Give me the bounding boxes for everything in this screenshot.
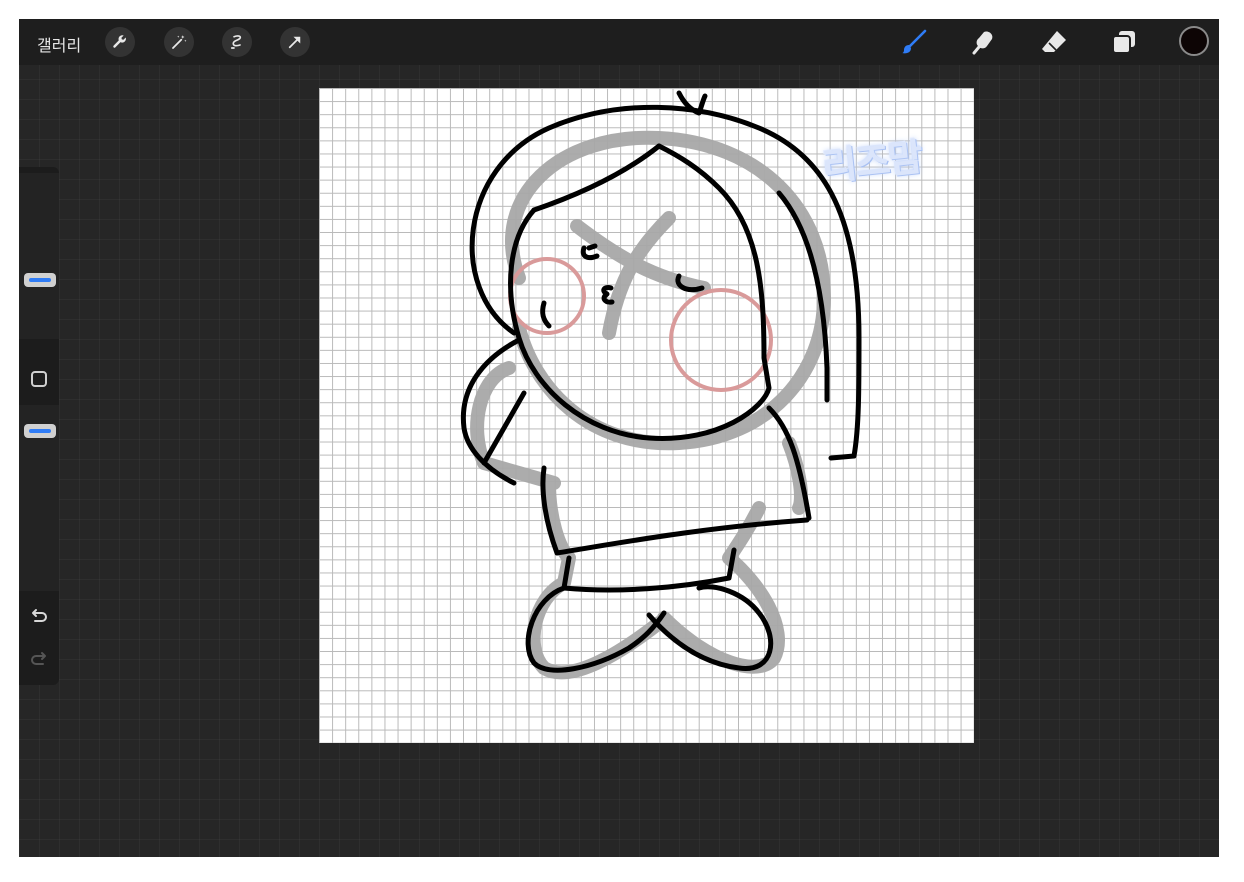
magic-wand-icon	[172, 35, 187, 49]
procreate-app: 갤러리 리즈맘	[19, 19, 1219, 857]
transform-arrow-icon	[288, 36, 301, 49]
layers-icon	[1112, 31, 1135, 54]
eraser-icon	[1042, 31, 1066, 52]
layers-tool-button[interactable]	[1108, 26, 1140, 58]
transform-button[interactable]	[280, 27, 310, 57]
opacity-slider[interactable]	[19, 405, 59, 591]
adjustments-button[interactable]	[164, 27, 194, 57]
smudge-tool-button[interactable]	[968, 26, 1000, 58]
watermark-text: 리즈맘	[820, 134, 924, 190]
actions-button[interactable]	[105, 27, 135, 57]
eraser-tool-button[interactable]	[1038, 26, 1070, 58]
selection-button[interactable]	[222, 27, 252, 57]
brush-icon	[902, 29, 927, 54]
undo-icon[interactable]	[28, 607, 50, 629]
brush-size-handle[interactable]	[24, 273, 56, 287]
character-drawing	[460, 90, 862, 680]
top-toolbar: 갤러리	[19, 19, 1219, 65]
smudge-icon	[972, 31, 993, 55]
color-picker-button[interactable]	[1179, 26, 1209, 56]
redo-icon[interactable]	[28, 650, 50, 672]
gallery-button[interactable]: 갤러리	[37, 32, 81, 56]
brush-tool-button[interactable]	[898, 26, 930, 58]
modify-button[interactable]	[31, 371, 47, 387]
drawing-canvas[interactable]: 리즈맘	[319, 88, 974, 743]
wrench-icon	[113, 35, 126, 48]
selection-icon	[230, 35, 242, 49]
brush-size-slider[interactable]	[19, 173, 59, 339]
opacity-handle[interactable]	[24, 424, 56, 438]
left-sidebar	[19, 167, 59, 685]
